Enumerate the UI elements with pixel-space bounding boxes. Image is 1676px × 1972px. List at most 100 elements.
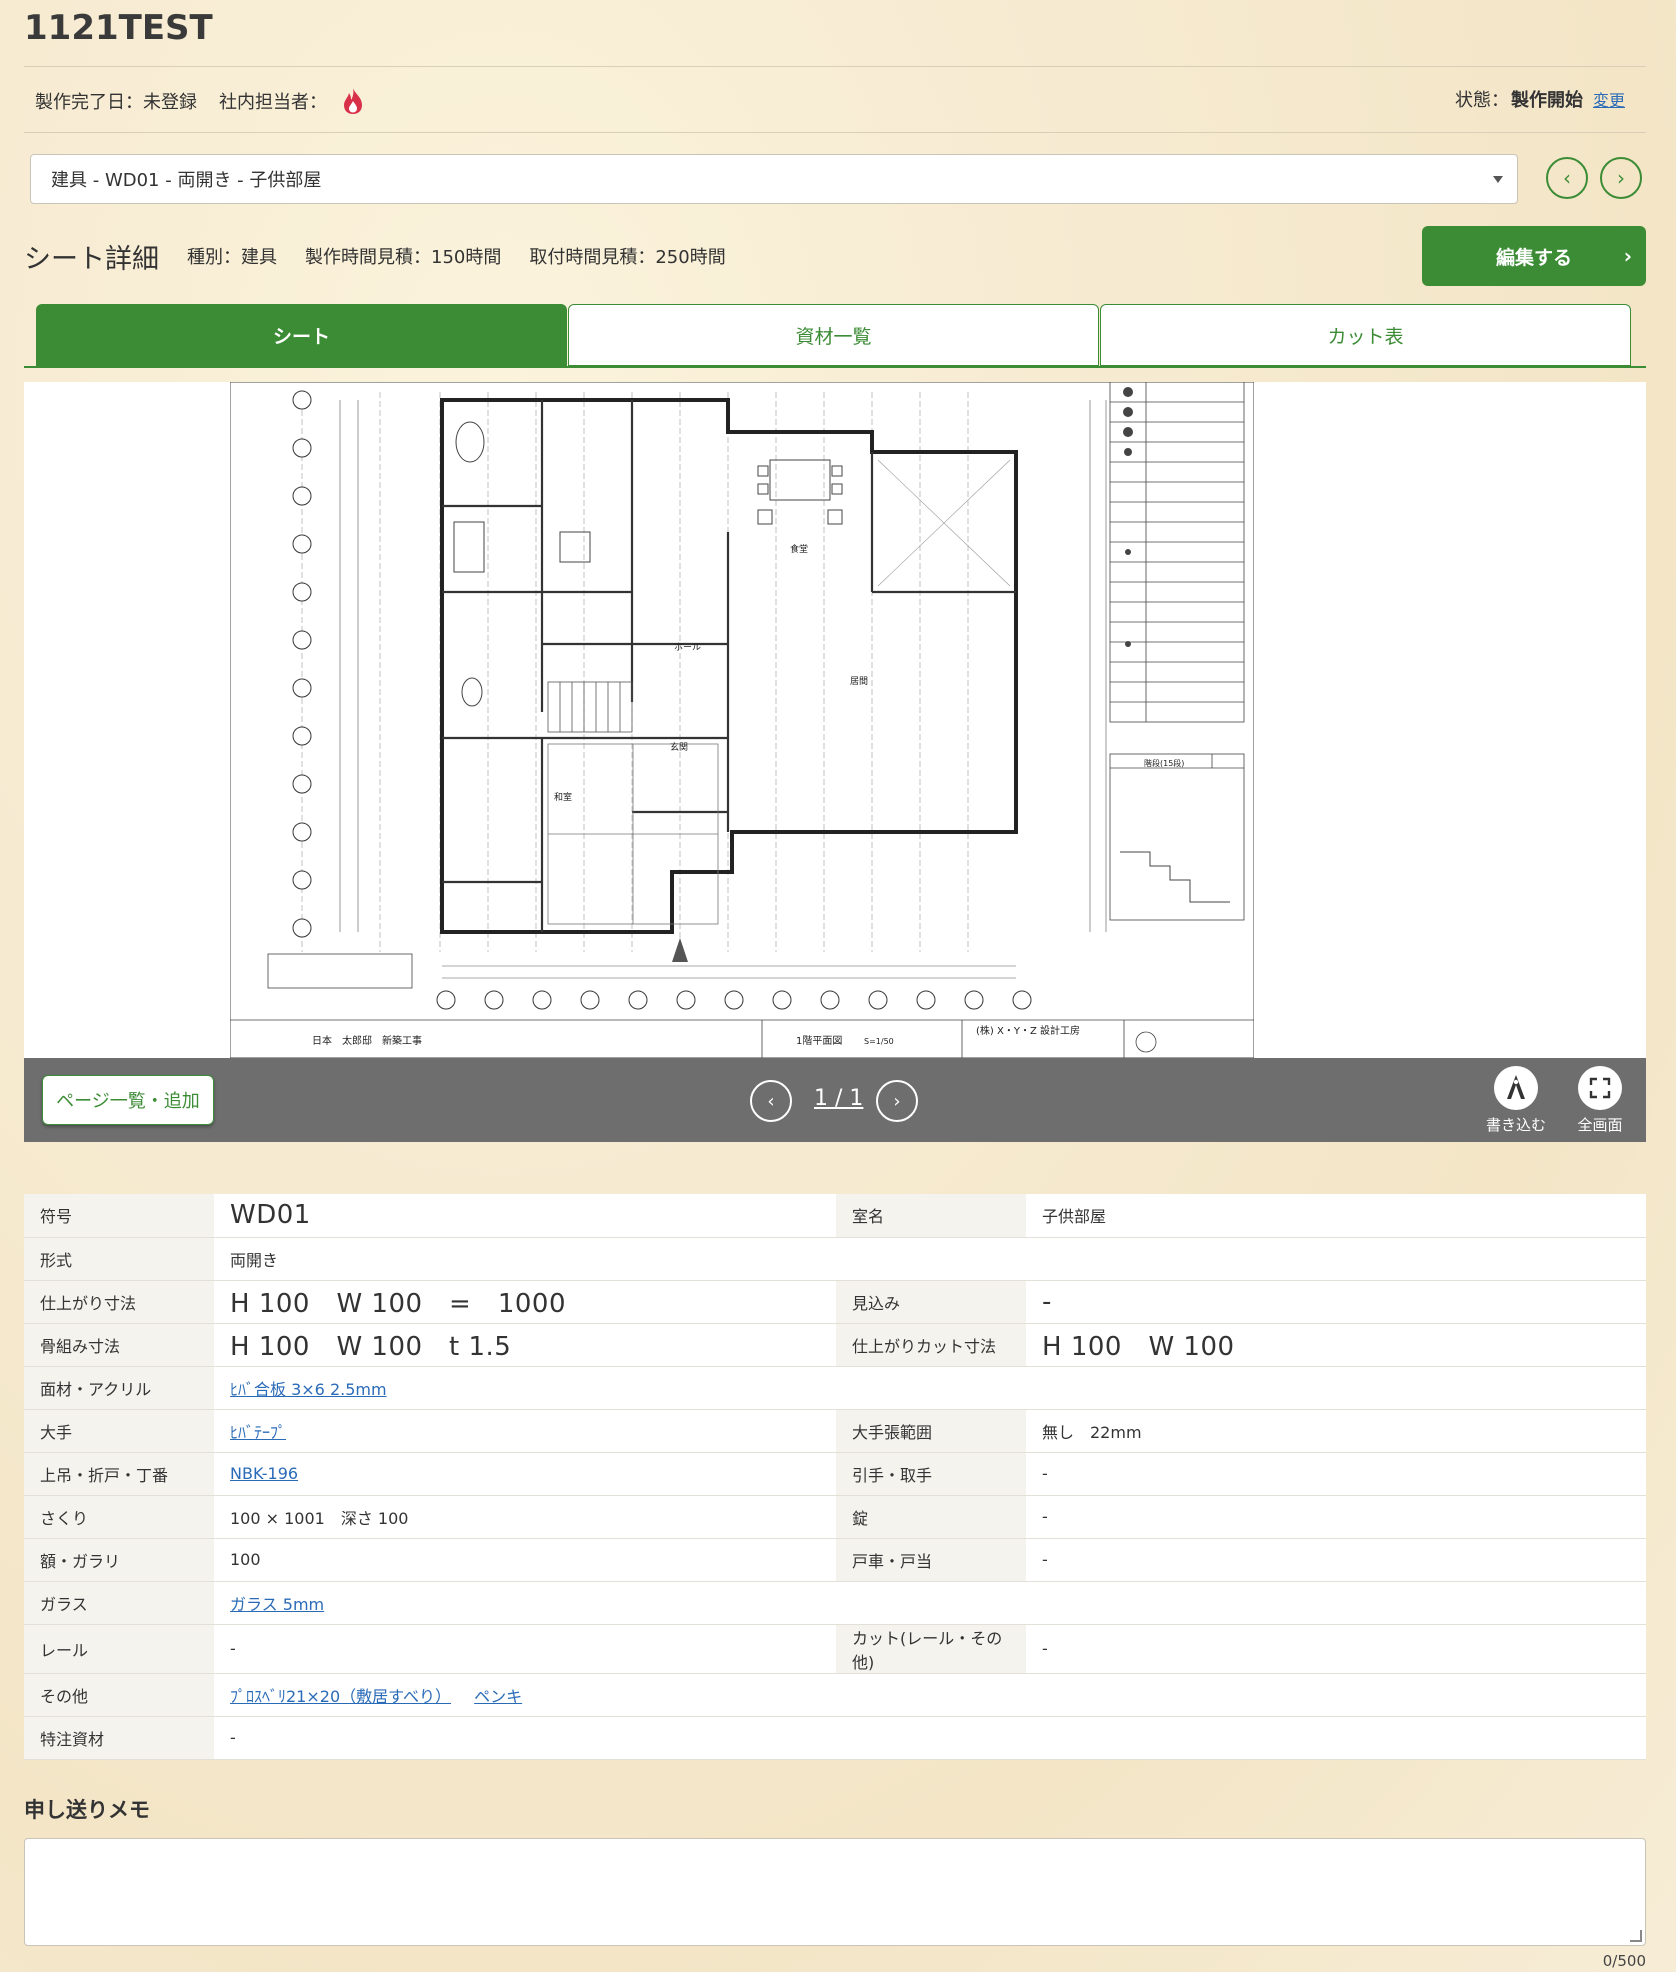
fullscreen-label: 全画面 xyxy=(1577,1116,1623,1134)
chevron-right-icon: › xyxy=(1623,244,1632,268)
sheet-select-value: 建具 - WD01 - 両開き - 子供部屋 xyxy=(51,170,322,191)
material-link[interactable]: ガラス 5mm xyxy=(230,1595,324,1614)
spec-key: さくり xyxy=(24,1495,214,1539)
sheet-header: シート詳細 種別：建具 製作時間見積：150時間 取付時間見積：250時間 編集… xyxy=(24,226,1646,286)
tab-cut-list[interactable]: カット表 xyxy=(1100,304,1631,366)
table-row: さくり 100 × 1001 深さ 100 錠 - xyxy=(24,1495,1646,1539)
spec-key: 特注資材 xyxy=(24,1716,214,1760)
change-status-link[interactable]: 変更 xyxy=(1593,87,1625,111)
meta-row: 製作完了日：未登録 社内担当者： 状態： 製作開始 変更 xyxy=(35,86,1635,116)
next-sheet-button[interactable]: › xyxy=(1600,157,1642,199)
prev-sheet-button[interactable]: ‹ xyxy=(1546,157,1588,199)
chevron-right-icon: › xyxy=(893,1090,901,1112)
status: 状態： 製作開始 変更 xyxy=(1455,86,1625,112)
completion-date: 製作完了日：未登録 xyxy=(35,92,197,113)
spec-value: - xyxy=(214,1624,836,1674)
spec-value: WD01 xyxy=(214,1194,836,1238)
drawing-viewer[interactable]: 日本 太郎邸 新築工事 1階平面図 S=1/50 (株) X・Y・Z 設計工房 … xyxy=(24,382,1646,1058)
prev-page-button[interactable]: ‹ xyxy=(750,1080,792,1122)
spec-key: 額・ガラリ xyxy=(24,1538,214,1582)
page-indicator[interactable]: 1 / 1 xyxy=(814,1086,863,1111)
memo-textarea[interactable] xyxy=(24,1838,1646,1946)
resize-grip-icon[interactable] xyxy=(1630,1930,1642,1942)
install-time: 取付時間見積：250時間 xyxy=(529,247,726,268)
spec-key: 錠 xyxy=(836,1495,1026,1539)
room-entrance: 玄関 xyxy=(670,741,688,753)
memo-title: 申し送りメモ xyxy=(24,1798,150,1822)
room-living: 居間 xyxy=(850,676,868,687)
spec-key: ガラス xyxy=(24,1581,214,1625)
fullscreen-button[interactable]: 全画面 xyxy=(1560,1066,1640,1135)
viewer-toolbar: ページ一覧・追加 ‹ 1 / 1 › 書き込む 全画面 xyxy=(24,1058,1646,1142)
next-page-button[interactable]: › xyxy=(876,1080,918,1122)
spec-value: H 100 W 100 t 1.5 xyxy=(214,1323,836,1367)
table-row: 骨組み寸法 H 100 W 100 t 1.5 仕上がりカット寸法 H 100 … xyxy=(24,1323,1646,1367)
table-row: 面材・アクリル ﾋﾊﾞ合板 3×6 2.5mm xyxy=(24,1366,1646,1410)
sheet-select[interactable]: 建具 - WD01 - 両開き - 子供部屋 xyxy=(30,154,1518,204)
chevron-right-icon: › xyxy=(1617,166,1625,190)
table-row: その他 ﾌﾟﾛｽﾍﾞﾘ21×20（敷居すべり） ペンキ xyxy=(24,1673,1646,1717)
material-link[interactable]: NBK-196 xyxy=(230,1464,298,1483)
chevron-left-icon: ‹ xyxy=(767,1090,775,1112)
spec-value: - xyxy=(1026,1538,1646,1582)
room-hall: ホール xyxy=(674,642,701,653)
material-link[interactable]: ﾌﾟﾛｽﾍﾞﾘ21×20（敷居すべり） xyxy=(230,1687,451,1706)
spec-value: 100 xyxy=(214,1538,836,1582)
sheet-type: 種別：建具 xyxy=(187,247,277,268)
stairs-legend-title: 階段(15段) xyxy=(1144,758,1184,768)
spec-key: 仕上がり寸法 xyxy=(24,1280,214,1324)
owner-label: 社内担当者： xyxy=(219,92,327,113)
status-label: 状態： xyxy=(1454,90,1509,111)
spec-value: 子供部屋 xyxy=(1026,1194,1646,1238)
spec-key: 形式 xyxy=(24,1237,214,1281)
drawing-scale: S=1/50 xyxy=(864,1037,894,1046)
table-row: 符号 WD01 室名 子供部屋 xyxy=(24,1194,1646,1238)
room-washitsu: 和室 xyxy=(554,791,572,803)
spec-key: 仕上がりカット寸法 xyxy=(836,1323,1026,1367)
table-row: 形式 両開き xyxy=(24,1237,1646,1281)
spec-value: 両開き xyxy=(214,1237,1646,1281)
drawing-owner: 日本 太郎邸 新築工事 xyxy=(312,1034,422,1047)
page-list-button[interactable]: ページ一覧・追加 xyxy=(42,1075,214,1125)
spec-value: - xyxy=(1026,1280,1646,1324)
spec-key: カット(レール・その他) xyxy=(836,1624,1026,1674)
spec-value: 100 × 1001 深さ 100 xyxy=(214,1495,836,1539)
table-row: ガラス ガラス 5mm xyxy=(24,1581,1646,1625)
spec-value: - xyxy=(1026,1452,1646,1496)
table-row: 特注資材 - xyxy=(24,1716,1646,1760)
caret-down-icon xyxy=(1493,176,1503,183)
status-value: 製作開始 xyxy=(1510,90,1583,111)
drawing-plan-title: 1階平面図 xyxy=(796,1035,842,1047)
spec-key: 大手張範囲 xyxy=(836,1409,1026,1453)
draw-label: 書き込む xyxy=(1485,1116,1546,1134)
material-link[interactable]: ﾋﾊﾞﾃｰﾌﾟ xyxy=(230,1423,286,1442)
spec-value: - xyxy=(214,1716,1646,1760)
divider xyxy=(24,132,1646,133)
spec-value: - xyxy=(1026,1624,1646,1674)
spec-value: H 100 W 100 = 1000 xyxy=(214,1280,836,1324)
room-dining: 食堂 xyxy=(790,543,808,555)
table-row: 上吊・折戸・丁番 NBK-196 引手・取手 - xyxy=(24,1452,1646,1496)
chevron-left-icon: ‹ xyxy=(1563,166,1571,190)
memo-char-counter: 0/500 xyxy=(1602,1952,1646,1970)
tab-materials[interactable]: 資材一覧 xyxy=(568,304,1099,366)
flame-icon xyxy=(341,87,365,115)
pen-icon xyxy=(1494,1066,1538,1110)
tab-sheet[interactable]: シート xyxy=(36,304,567,366)
spec-key: 面材・アクリル xyxy=(24,1366,214,1410)
spec-value: H 100 W 100 xyxy=(1026,1323,1646,1367)
tab-underline xyxy=(24,366,1646,368)
material-link[interactable]: ペンキ xyxy=(474,1687,522,1706)
edit-button[interactable]: 編集する › xyxy=(1422,226,1646,286)
material-link[interactable]: ﾋﾊﾞ合板 3×6 2.5mm xyxy=(230,1380,387,1399)
spec-key: 見込み xyxy=(836,1280,1026,1324)
table-row: 大手 ﾋﾊﾞﾃｰﾌﾟ 大手張範囲 無し 22mm xyxy=(24,1409,1646,1453)
page-title: 1121TEST xyxy=(24,8,213,48)
spec-key: レール xyxy=(24,1624,214,1674)
spec-value: - xyxy=(1026,1495,1646,1539)
floor-plan-drawing: 日本 太郎邸 新築工事 1階平面図 S=1/50 (株) X・Y・Z 設計工房 … xyxy=(230,382,1254,1058)
table-row: 仕上がり寸法 H 100 W 100 = 1000 見込み - xyxy=(24,1280,1646,1324)
draw-button[interactable]: 書き込む xyxy=(1476,1066,1556,1135)
spec-key: 符号 xyxy=(24,1194,214,1238)
edit-button-label: 編集する xyxy=(1495,246,1572,269)
